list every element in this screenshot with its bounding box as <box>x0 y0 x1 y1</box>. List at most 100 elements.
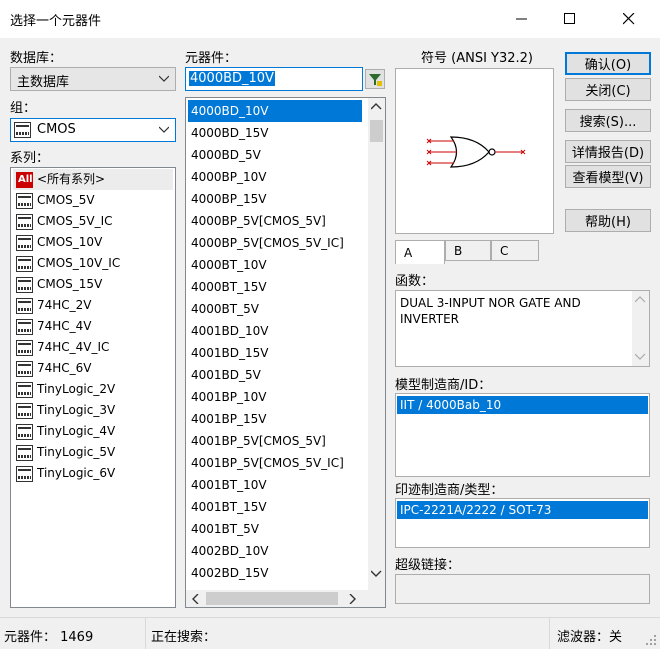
status-filter: 滤波器：关 <box>557 630 623 645</box>
chip-icon <box>16 340 33 356</box>
resize-grip-icon[interactable] <box>645 634 657 646</box>
list-item[interactable]: 4000BD_15V <box>188 122 269 144</box>
all-icon: All <box>16 172 33 188</box>
minimize-button[interactable] <box>499 0 545 38</box>
chip-icon <box>16 277 33 293</box>
tab-c[interactable]: C <box>491 240 539 261</box>
list-item[interactable]: 4001BD_10V <box>188 320 269 342</box>
minimize-icon <box>516 18 527 20</box>
chevron-down-icon <box>159 126 169 133</box>
list-item[interactable]: 4000BT_15V <box>188 276 267 298</box>
list-item[interactable]: 4002BD_10V <box>188 540 269 562</box>
view-model-button[interactable]: 查看模型(V) <box>565 165 651 188</box>
component-search-input[interactable]: 4000BD_10V <box>185 67 363 91</box>
footprint-label: 印迹制造商/类型： <box>395 483 504 498</box>
list-item[interactable]: 4000BP_15V <box>188 188 267 210</box>
list-item[interactable]: IPC-2221A/2222 / SOT-73 <box>397 501 648 519</box>
model-label: 模型制造商/ID： <box>395 378 492 393</box>
list-item[interactable]: 4001BP_5V[CMOS_5V_IC] <box>188 452 344 474</box>
chip-icon <box>16 319 33 335</box>
family-list[interactable]: All <所有系列> CMOS_5V CMOS_5V_IC CMOS_10V C… <box>10 167 176 608</box>
chevron-left-icon <box>192 594 199 604</box>
list-item[interactable]: 4001BP_5V[CMOS_5V] <box>188 430 326 452</box>
nor-gate-icon <box>426 136 526 168</box>
detail-report-button[interactable]: 详情报告(D) <box>565 140 651 163</box>
chip-icon <box>16 361 33 377</box>
group-selected: CMOS <box>37 122 76 137</box>
maximize-button[interactable] <box>547 0 593 38</box>
chip-icon <box>16 193 33 209</box>
list-item[interactable]: 4000BP_10V <box>188 166 267 188</box>
chip-icon <box>16 424 33 440</box>
model-list[interactable]: IIT / 4000Bab_10 <box>395 393 650 477</box>
chevron-down-icon <box>371 570 382 577</box>
chip-icon <box>16 466 33 482</box>
close-icon <box>623 13 635 25</box>
status-separator <box>549 618 550 649</box>
family-label: 系列： <box>10 151 50 166</box>
footprint-list[interactable]: IPC-2221A/2222 / SOT-73 <box>395 498 650 548</box>
help-button[interactable]: 帮助(H) <box>565 209 651 232</box>
hyperlink-field[interactable] <box>395 574 650 604</box>
list-item[interactable]: 4000BD_10V <box>188 100 362 122</box>
close-button[interactable]: 关闭(C) <box>565 78 651 101</box>
chevron-down-icon <box>635 353 646 360</box>
list-item[interactable]: 4001BD_15V <box>188 342 269 364</box>
family-item-all[interactable]: All <所有系列> <box>13 169 173 190</box>
list-item[interactable]: 4000BP_5V[CMOS_5V] <box>188 210 326 232</box>
chevron-right-icon <box>349 594 356 604</box>
chevron-up-icon <box>635 296 646 303</box>
status-count: 元器件： 1469 <box>4 630 94 645</box>
list-item[interactable]: 4000BT_5V <box>188 298 259 320</box>
list-item[interactable]: 4000BD_5V <box>188 144 261 166</box>
component-search-value: 4000BD_10V <box>189 71 275 86</box>
function-text-box[interactable]: DUAL 3-INPUT NOR GATE AND INVERTER <box>395 290 650 367</box>
chip-icon <box>16 235 33 251</box>
filter-icon <box>369 74 382 86</box>
chip-icon <box>16 214 33 230</box>
list-item[interactable]: 4000BP_5V[CMOS_5V_IC] <box>188 232 344 254</box>
list-item[interactable]: IIT / 4000Bab_10 <box>397 396 648 414</box>
chevron-down-icon <box>159 75 169 82</box>
chip-icon <box>16 403 33 419</box>
ok-button[interactable]: 确认(O) <box>565 52 651 75</box>
component-list[interactable]: 4000BD_10V 4000BD_15V 4000BD_5V 4000BP_1… <box>185 97 386 608</box>
chip-icon <box>16 298 33 314</box>
group-select[interactable]: CMOS <box>10 118 176 142</box>
component-vertical-scrollbar[interactable] <box>368 98 385 590</box>
symbol-label: 符号 (ANSI Y32.2) <box>421 51 533 66</box>
group-label: 组： <box>10 101 37 116</box>
list-item[interactable]: 4001BP_10V <box>188 386 267 408</box>
list-item[interactable]: 4001BT_10V <box>188 474 267 496</box>
list-item[interactable]: 4000BT_10V <box>188 254 267 276</box>
database-select[interactable]: 主数据库 <box>10 67 176 91</box>
list-item[interactable]: 4001BT_5V <box>188 518 259 540</box>
filter-button[interactable] <box>365 69 385 89</box>
component-horizontal-scrollbar[interactable] <box>186 590 368 607</box>
list-item[interactable]: 4002BD_15V <box>188 562 269 584</box>
list-item[interactable]: 4001BD_5V <box>188 364 261 386</box>
status-separator <box>145 618 146 649</box>
search-button[interactable]: 搜索(S)... <box>565 109 651 132</box>
function-scrollbar[interactable] <box>632 291 649 366</box>
chevron-up-icon <box>371 103 382 110</box>
scrollbar-corner <box>368 590 385 607</box>
list-item[interactable]: 4001BP_15V <box>188 408 267 430</box>
chip-icon <box>14 122 31 138</box>
hyperlink-label: 超级链接： <box>395 558 461 573</box>
symbol-preview <box>395 68 554 234</box>
scrollbar-thumb[interactable] <box>370 120 383 142</box>
component-label: 元器件： <box>185 51 238 66</box>
tab-b[interactable]: B <box>445 240 491 261</box>
chip-icon <box>16 445 33 461</box>
status-searching: 正在搜索： <box>151 630 217 645</box>
database-selected: 主数据库 <box>17 75 70 90</box>
window-title: 选择一个元器件 <box>10 14 102 29</box>
function-label: 函数： <box>395 274 435 289</box>
tab-a[interactable]: A <box>395 240 445 264</box>
scrollbar-thumb[interactable] <box>206 592 338 605</box>
list-item[interactable]: 4001BT_15V <box>188 496 267 518</box>
status-divider <box>0 617 660 618</box>
close-window-button[interactable] <box>606 0 652 38</box>
maximize-icon <box>564 13 575 24</box>
